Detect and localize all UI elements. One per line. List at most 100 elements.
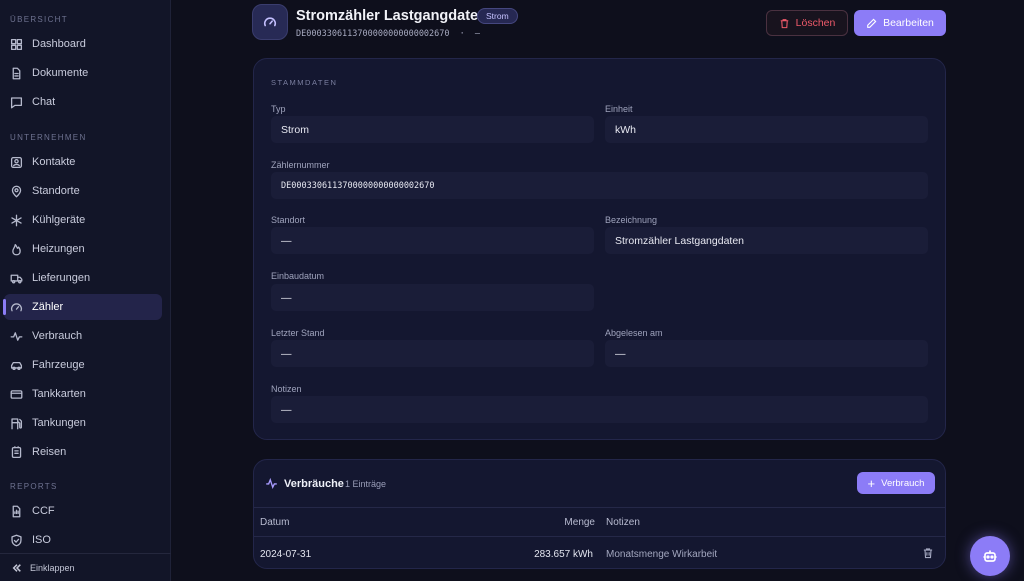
edit-label: Bearbeiten xyxy=(883,17,934,29)
abgelesen-value: — xyxy=(605,340,928,367)
notizen-value: — xyxy=(271,396,928,423)
gauge-icon xyxy=(263,17,277,27)
report-icon xyxy=(12,505,21,517)
typ-value: Strom xyxy=(271,116,594,143)
location-pin-icon xyxy=(11,185,22,197)
sidebar-item-standorte[interactable]: Standorte xyxy=(4,178,162,204)
letzter-stand-label: Letzter Stand xyxy=(271,328,325,338)
sidebar-item-label: Tankkarten xyxy=(32,388,86,400)
sidebar-item-heizungen[interactable]: Heizungen xyxy=(4,236,162,262)
sidebar-item-tankungen[interactable]: Tankungen xyxy=(4,410,162,436)
add-verbrauch-button[interactable]: + Verbrauch xyxy=(857,472,935,494)
type-badge: Strom xyxy=(477,8,518,24)
fuel-icon xyxy=(11,417,23,429)
row-menge: 283.657 kWh xyxy=(534,549,593,560)
snowflake-icon xyxy=(11,214,22,226)
column-datum: Datum xyxy=(260,517,290,528)
sidebar-item-dokumente[interactable]: Dokumente xyxy=(4,60,162,86)
sidebar-item-label: Fahrzeuge xyxy=(32,359,85,371)
sidebar-item-label: Kontakte xyxy=(32,156,76,168)
section-ubersicht: ÜBERSICHT xyxy=(10,15,68,24)
stammdaten-card: STAMMDATEN Typ Strom Einheit kWh Zählern… xyxy=(253,58,946,440)
assistant-button[interactable] xyxy=(970,536,1010,576)
standort-value: — xyxy=(271,227,594,254)
sidebar-item-kuehlgeraete[interactable]: Kühlgeräte xyxy=(4,207,162,233)
truck-icon xyxy=(10,274,23,283)
gauge-icon xyxy=(10,302,23,311)
meter-location: — xyxy=(474,29,481,39)
sidebar-item-label: Kühlgeräte xyxy=(32,214,86,226)
sidebar-item-chat[interactable]: Chat xyxy=(4,89,162,115)
sidebar-item-label: CCF xyxy=(32,505,55,517)
sidebar-item-label: Standorte xyxy=(32,185,80,197)
sidebar-item-zaehler[interactable]: Zähler xyxy=(3,294,162,320)
einbaudatum-value: — xyxy=(271,284,594,311)
sidebar-item-label: Zähler xyxy=(32,301,64,313)
meter-avatar xyxy=(252,4,288,40)
credit-card-icon xyxy=(10,389,23,399)
page-title: Stromzähler Lastgangdaten xyxy=(296,8,487,24)
chevrons-left-icon xyxy=(12,563,21,572)
row-datum: 2024-07-31 xyxy=(260,549,312,560)
add-label: Verbrauch xyxy=(881,477,925,489)
zaehlernummer-label: Zählernummer xyxy=(271,160,330,170)
entry-count: 1 Einträge xyxy=(345,479,387,489)
sidebar-item-fahrzeuge[interactable]: Fahrzeuge xyxy=(4,352,162,378)
sidebar-item-lieferungen[interactable]: Lieferungen xyxy=(4,265,162,291)
trash-icon xyxy=(780,18,788,28)
collapse-sidebar-button[interactable]: Einklappen xyxy=(0,553,171,581)
sidebar-item-ccf[interactable]: CCF xyxy=(4,498,162,524)
sidebar-item-dashboard[interactable]: Dashboard xyxy=(4,31,162,57)
verbraeuche-card: Verbräuche 1 Einträge + Verbrauch Datum … xyxy=(253,459,946,569)
sidebar-item-kontakte[interactable]: Kontakte xyxy=(4,149,162,175)
einheit-label: Einheit xyxy=(605,104,633,114)
einbaudatum-label: Einbaudatum xyxy=(271,271,325,281)
section-reports: REPORTS xyxy=(10,482,58,491)
sidebar-item-label: Verbrauch xyxy=(32,330,83,342)
column-notizen: Notizen xyxy=(606,517,640,528)
sidebar-item-verbrauch[interactable]: Verbrauch xyxy=(4,323,162,349)
verbraeuche-title: Verbräuche xyxy=(284,478,344,490)
bezeichnung-label: Bezeichnung xyxy=(605,215,658,225)
sidebar-item-label: Tankungen xyxy=(32,417,86,429)
sidebar-item-label: Heizungen xyxy=(32,243,85,255)
bezeichnung-value: Stromzähler Lastgangdaten xyxy=(605,227,928,254)
chat-icon xyxy=(10,96,23,108)
sidebar-item-label: Reisen xyxy=(32,446,67,458)
delete-button[interactable]: Löschen xyxy=(766,10,848,36)
row-notizen: Monatsmenge Wirkarbeit xyxy=(606,549,718,560)
abgelesen-label: Abgelesen am xyxy=(605,328,663,338)
activity-icon xyxy=(10,331,23,341)
sidebar-item-label: Dokumente xyxy=(32,67,89,79)
sidebar-item-label: Chat xyxy=(32,96,56,108)
travel-icon xyxy=(11,445,22,458)
bot-icon xyxy=(983,550,997,562)
shield-icon xyxy=(11,534,22,546)
collapse-label: Einklappen xyxy=(30,562,75,573)
meter-subline: DE0003306113700000000000002670 · — xyxy=(296,29,480,39)
document-icon xyxy=(12,67,21,79)
einheit-value: kWh xyxy=(605,116,928,143)
plus-icon: + xyxy=(867,475,876,491)
sidebar: ÜBERSICHT Dashboard Dokumente Chat UNTER… xyxy=(0,0,171,581)
sidebar-item-tankkarten[interactable]: Tankkarten xyxy=(4,381,162,407)
pencil-icon xyxy=(867,18,877,28)
zaehlernummer-value: DE0003306113700000000000002670 xyxy=(271,172,928,199)
separator: · xyxy=(459,29,465,39)
typ-label: Typ xyxy=(271,104,286,114)
sidebar-item-reisen[interactable]: Reisen xyxy=(4,439,162,465)
sidebar-item-label: Dashboard xyxy=(32,38,86,50)
column-menge: Menge xyxy=(564,517,595,528)
section-label: STAMMDATEN xyxy=(271,78,338,87)
meter-id: DE0003306113700000000000002670 xyxy=(296,29,450,39)
section-unternehmen: UNTERNEHMEN xyxy=(10,133,87,142)
standort-label: Standort xyxy=(271,215,306,225)
notizen-label: Notizen xyxy=(271,384,302,394)
trash-icon[interactable] xyxy=(922,547,934,559)
edit-button[interactable]: Bearbeiten xyxy=(854,10,946,36)
sidebar-item-label: ISO xyxy=(32,534,51,546)
delete-label: Löschen xyxy=(795,17,836,29)
dashboard-icon xyxy=(10,38,23,50)
sidebar-item-iso[interactable]: ISO xyxy=(4,527,162,553)
sidebar-item-label: Lieferungen xyxy=(32,272,91,284)
